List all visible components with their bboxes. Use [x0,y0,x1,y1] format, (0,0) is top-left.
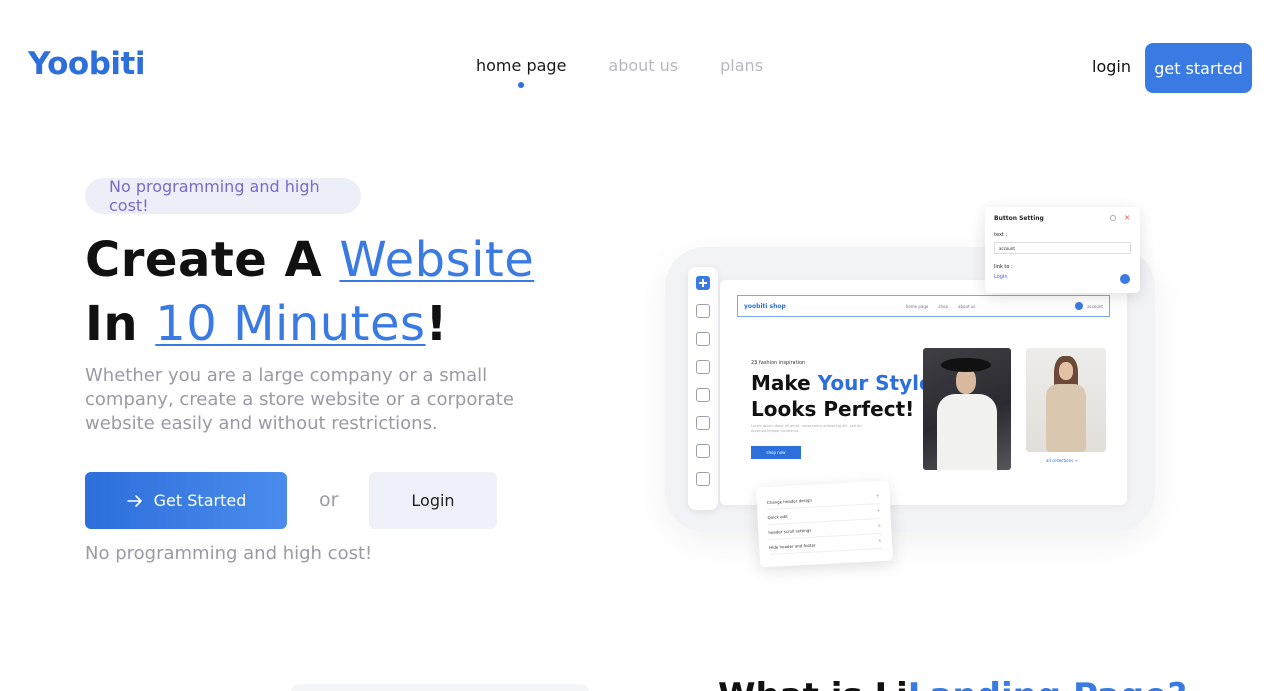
image-icon [696,360,710,374]
mockup-lorem: Lorem ipsum dolor sit amet, consectetur … [751,424,862,433]
hero-pill: No programming and high cost! [85,177,361,215]
nav-about-us[interactable]: about us [608,56,678,75]
mockup-nav-links: home page shop about us [906,304,976,309]
brand-logo[interactable]: Yoobiti [28,46,145,82]
cart-icon [1075,302,1084,310]
add-icon [696,276,710,290]
section-title: What is LiLanding Page? [718,676,1187,691]
settings-link-value: Login [994,274,1008,280]
mockup-nav-link: home page [905,303,929,309]
bottom-card [290,684,590,691]
hero-title-accent-minutes: 10 Minutes [155,296,426,352]
hero-get-started-label: Get Started [153,491,247,510]
mockup-toolbar [688,267,718,510]
mockup-shop-button: shop now [751,446,801,459]
get-started-button[interactable]: get started [1145,43,1252,93]
settings-text-field: account [994,242,1131,254]
fashion-photo-beige [1026,348,1106,452]
hero-title-prefix-2: In [85,296,156,352]
hero-title-accent-website: Website [339,232,535,288]
code-icon [696,444,710,458]
grid-icon [696,388,710,402]
mockup-headline-line-2: Looks Perfect! [751,397,915,421]
mockup-headline-line-1: Make Your Style [751,370,933,396]
quick-actions-panel: Change header design Quick edit header s… [755,480,894,568]
mockup-site-nav: yoobiti shop home page shop about us acc… [737,295,1110,317]
hero-title-exclamation: ! [425,296,448,352]
mockup-collections-link: all collections → [1046,458,1078,463]
section-title-blue: Landing Page? [908,676,1187,691]
settings-link-label: link to : [994,264,1013,270]
hero-login-button[interactable]: Login [369,472,497,529]
mockup-headline-your-style: Your Style [817,371,933,395]
nav-home-page[interactable]: home page [476,56,566,88]
mockup-nav-link: shop [938,303,948,309]
hero-title-prefix: Create A [85,232,340,288]
or-separator: or [319,489,339,511]
layers-icon [696,472,710,486]
nav-plans[interactable]: plans [720,56,763,75]
main-nav: home page about us plans [476,56,763,88]
layout-icon [696,304,710,318]
login-link[interactable]: login [1092,57,1131,76]
jacket-shape [1046,384,1086,452]
hero-subline: No programming and high cost! [85,543,373,564]
hero-description: Whether you are a large company or a sma… [85,365,514,434]
section-title-black: What is Li [718,676,908,691]
mockup-nav-link: about us [958,303,976,309]
toggle-icon [1120,274,1130,284]
page-icon [696,332,710,346]
mockup-caption: 23 fashion inspiration [751,360,806,366]
button-settings-panel: Button Setting ✕ text : account link to … [985,207,1140,293]
hero-title-line-1: Create A Website [85,232,534,288]
hero-get-started-button[interactable]: Get Started [85,472,287,529]
mockup-account-label: account [1087,303,1103,309]
mockup-headline-make: Make [751,371,818,395]
mockup-headline: Make Your Style Looks Perfect! [751,370,933,422]
mockup-account: account [1075,302,1103,310]
mockup-site-logo: yoobiti shop [744,302,786,310]
help-icon [1110,215,1116,221]
jacket-shape [937,394,997,470]
settings-icon [696,416,710,430]
arrow-right-icon [126,494,142,507]
hero-title-line-2: In 10 Minutes! [85,296,448,352]
face-shape [1059,362,1073,380]
hat-shape [941,358,991,372]
close-icon: ✕ [1124,214,1130,222]
settings-text-label: text : [994,232,1008,238]
fashion-photo-hat [923,348,1011,470]
